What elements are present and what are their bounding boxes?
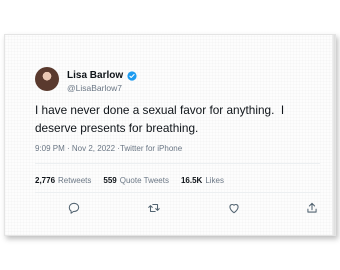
divider-bottom (35, 192, 320, 193)
quote-label: Quote Tweets (119, 176, 169, 185)
tweet-timestamp[interactable]: 9:09 PM · Nov 2, 2022 · (35, 144, 120, 153)
verified-badge-icon (127, 70, 137, 81)
retweets-count: 2,776 (35, 176, 56, 185)
tweet-stats: 2,776 Retweets 559 Quote Tweets 16.5K Likes (35, 176, 224, 185)
canvas-print: Lisa Barlow @LisaBarlow7 I have never do… (4, 34, 336, 236)
retweet-icon[interactable] (147, 201, 161, 215)
reply-icon[interactable] (67, 201, 81, 215)
author-name[interactable]: Lisa Barlow (67, 70, 123, 81)
tweet-source[interactable]: Twitter for iPhone (120, 144, 182, 153)
quote-count: 559 (103, 176, 117, 185)
likes-stat[interactable]: 16.5K Likes (181, 176, 224, 185)
avatar[interactable] (35, 67, 59, 91)
likes-count: 16.5K (180, 176, 203, 185)
likes-label: Likes (205, 176, 225, 185)
divider-top (35, 163, 320, 164)
share-icon[interactable] (305, 201, 319, 215)
tweet-meta: 9:09 PM · Nov 2, 2022 · Twitter for iPho… (35, 144, 182, 153)
heart-icon[interactable] (227, 201, 241, 215)
author-handle[interactable]: @LisaBarlow7 (67, 83, 122, 93)
tweet-actions (63, 201, 323, 215)
author-name-row: Lisa Barlow (67, 70, 137, 81)
canvas-edge (332, 35, 335, 235)
retweets-stat[interactable]: 2,776 Retweets (35, 176, 91, 185)
retweets-label: Retweets (58, 176, 92, 185)
quote-tweets-stat[interactable]: 559 Quote Tweets (103, 176, 169, 185)
tweet-text: I have never done a sexual favor for any… (35, 103, 288, 135)
